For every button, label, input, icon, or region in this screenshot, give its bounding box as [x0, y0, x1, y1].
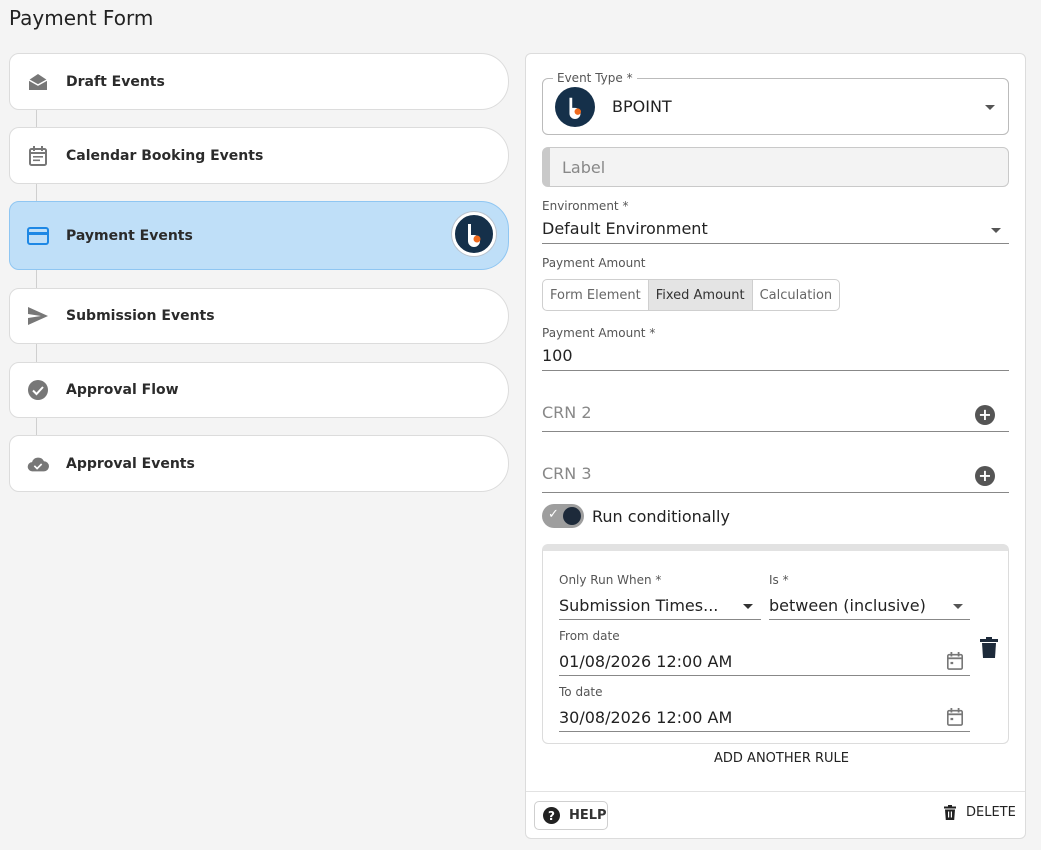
- environment-underline: [542, 243, 1009, 244]
- add-another-rule-button[interactable]: ADD ANOTHER RULE: [714, 751, 849, 766]
- add-crn3-icon[interactable]: +: [975, 466, 995, 486]
- run-conditionally-label: Run conditionally: [592, 507, 730, 526]
- footer-divider: [526, 791, 1025, 792]
- is-label: Is *: [769, 573, 789, 587]
- flow-connector: [36, 418, 37, 435]
- add-crn2-icon[interactable]: +: [975, 405, 995, 425]
- condition-rule-box: Only Run When * Submission Times... Is *…: [542, 544, 1009, 744]
- event-card-draft[interactable]: Draft Events: [9, 53, 509, 110]
- event-type-label: Event Type *: [553, 71, 637, 85]
- flow-connector: [36, 110, 37, 127]
- chevron-down-icon: [985, 105, 995, 110]
- event-card-calendar-booking[interactable]: Calendar Booking Events: [9, 127, 509, 184]
- help-icon: ?: [543, 807, 560, 824]
- event-card-label: Payment Events: [66, 227, 193, 244]
- label-input[interactable]: [550, 148, 1008, 186]
- toggle-knob: [563, 507, 581, 525]
- event-card-label: Submission Events: [66, 308, 215, 324]
- chevron-down-icon: [991, 228, 1001, 233]
- chevron-down-icon: [953, 604, 963, 609]
- payment-amount-input[interactable]: 100: [542, 346, 573, 365]
- event-card-approval-events[interactable]: Approval Events: [9, 435, 509, 492]
- event-settings-panel: Event Type * BPOINT Environment * Defaul…: [525, 53, 1026, 839]
- event-card-submission[interactable]: Submission Events: [9, 288, 509, 344]
- to-date-underline: [559, 731, 970, 732]
- payment-amount-mode-toggle: Form Element Fixed Amount Calculation: [542, 279, 841, 311]
- from-date-underline: [559, 675, 970, 676]
- only-run-when-select[interactable]: Submission Times...: [559, 596, 718, 615]
- to-date-input[interactable]: 30/08/2026 12:00 AM: [559, 708, 732, 727]
- delete-rule-icon[interactable]: [980, 637, 998, 663]
- event-type-value: BPOINT: [612, 97, 672, 116]
- delete-button[interactable]: DELETE: [944, 805, 1016, 820]
- event-card-approval-flow[interactable]: Approval Flow: [9, 362, 509, 418]
- mode-calculation-button[interactable]: Calculation: [753, 280, 840, 310]
- send-icon: [27, 305, 49, 327]
- crn3-underline: [542, 492, 1009, 493]
- mode-fixed-amount-button[interactable]: Fixed Amount: [648, 280, 753, 310]
- payment-amount-mode-label: Payment Amount: [542, 256, 646, 270]
- to-date-label: To date: [559, 685, 603, 699]
- environment-label: Environment *: [542, 199, 629, 213]
- event-card-label: Approval Flow: [66, 382, 179, 398]
- bpoint-logo: [452, 212, 496, 256]
- flow-connector: [36, 344, 37, 362]
- delete-button-label: DELETE: [966, 805, 1016, 820]
- help-button-label: HELP: [569, 808, 607, 823]
- page-title: Payment Form: [9, 6, 154, 30]
- environment-select[interactable]: Default Environment: [542, 219, 708, 238]
- drafts-icon: [27, 71, 49, 93]
- only-run-when-label: Only Run When *: [559, 573, 662, 587]
- check-icon: ✓: [548, 507, 559, 522]
- payment-amount-label: Payment Amount *: [542, 326, 656, 340]
- label-field-wrapper: [542, 147, 1009, 187]
- run-conditionally-toggle[interactable]: ✓: [542, 504, 584, 528]
- mode-form-element-button[interactable]: Form Element: [543, 280, 649, 310]
- help-button[interactable]: ? HELP: [534, 801, 608, 830]
- event-card-payment[interactable]: Payment Events: [9, 201, 509, 270]
- trash-icon: [944, 805, 956, 820]
- calendar-icon[interactable]: [946, 708, 964, 730]
- is-underline: [769, 619, 970, 620]
- check-circle-icon: [27, 379, 49, 401]
- crn2-input[interactable]: CRN 2: [542, 403, 592, 422]
- from-date-label: From date: [559, 629, 620, 643]
- flow-connector: [36, 270, 37, 288]
- cloud-done-icon: [27, 453, 49, 475]
- from-date-input[interactable]: 01/08/2026 12:00 AM: [559, 652, 732, 671]
- calendar-icon[interactable]: [946, 652, 964, 674]
- calendar-icon: [27, 145, 49, 167]
- crn3-input[interactable]: CRN 3: [542, 464, 592, 483]
- event-type-select[interactable]: Event Type * BPOINT: [542, 71, 1009, 135]
- flow-connector: [36, 184, 37, 201]
- payment-amount-underline: [542, 370, 1009, 371]
- is-select[interactable]: between (inclusive): [769, 596, 926, 615]
- event-card-label: Calendar Booking Events: [66, 147, 264, 164]
- chevron-down-icon: [743, 604, 753, 609]
- event-card-label: Approval Events: [66, 455, 195, 472]
- only-run-when-underline: [559, 619, 761, 620]
- bpoint-logo: [555, 87, 595, 127]
- event-card-label: Draft Events: [66, 73, 165, 90]
- credit-card-icon: [27, 225, 49, 247]
- crn2-underline: [542, 431, 1009, 432]
